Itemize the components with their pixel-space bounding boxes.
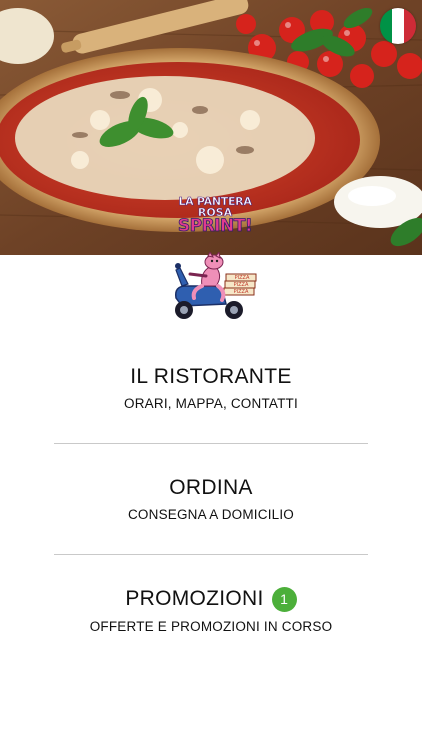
pizza-box-label: PIZZA: [234, 282, 249, 288]
menu-item-promotions[interactable]: PROMOZIONI 1 OFFERTE E PROMOZIONI IN COR…: [0, 555, 422, 665]
pizza-box-label: PIZZA: [234, 289, 249, 295]
italian-flag-icon: [380, 8, 416, 44]
menu-item-subtitle: ORARI, MAPPA, CONTATTI: [124, 396, 298, 411]
menu-item-title: ORDINA: [169, 476, 252, 500]
menu-item-title-text: PROMOZIONI: [125, 587, 264, 610]
promotions-count-badge: 1: [271, 586, 297, 612]
menu-item-title: PROMOZIONI 1: [125, 586, 297, 612]
menu-item-subtitle: OFFERTE E PROMOZIONI IN CORSO: [89, 618, 333, 634]
menu-item-order[interactable]: ORDINA CONSEGNA A DOMICILIO: [0, 444, 422, 554]
menu-item-title-text: ORDINA: [169, 476, 253, 499]
menu-item-subtitle: CONSEGNA A DOMICILIO: [127, 507, 295, 522]
menu-item-restaurant[interactable]: IL RISTORANTE ORARI, MAPPA, CONTATTI: [0, 333, 422, 443]
logo-line3: SPRINT!: [177, 216, 253, 236]
menu-item-title: IL RISTORANTE: [130, 365, 291, 389]
language-flag-button[interactable]: [380, 8, 416, 44]
hero-banner: LA PANTERA ROSA SPRINT!: [0, 0, 422, 255]
pink-panther-scooter-icon: PIZZA PIZZA PIZZA: [162, 250, 262, 324]
pizza-box-label: PIZZA: [235, 275, 250, 281]
menu-item-title-text: IL RISTORANTE: [130, 365, 292, 388]
main-menu: IL RISTORANTE ORARI, MAPPA, CONTATTI ORD…: [0, 333, 422, 665]
restaurant-logo: LA PANTERA ROSA SPRINT!: [172, 196, 258, 248]
